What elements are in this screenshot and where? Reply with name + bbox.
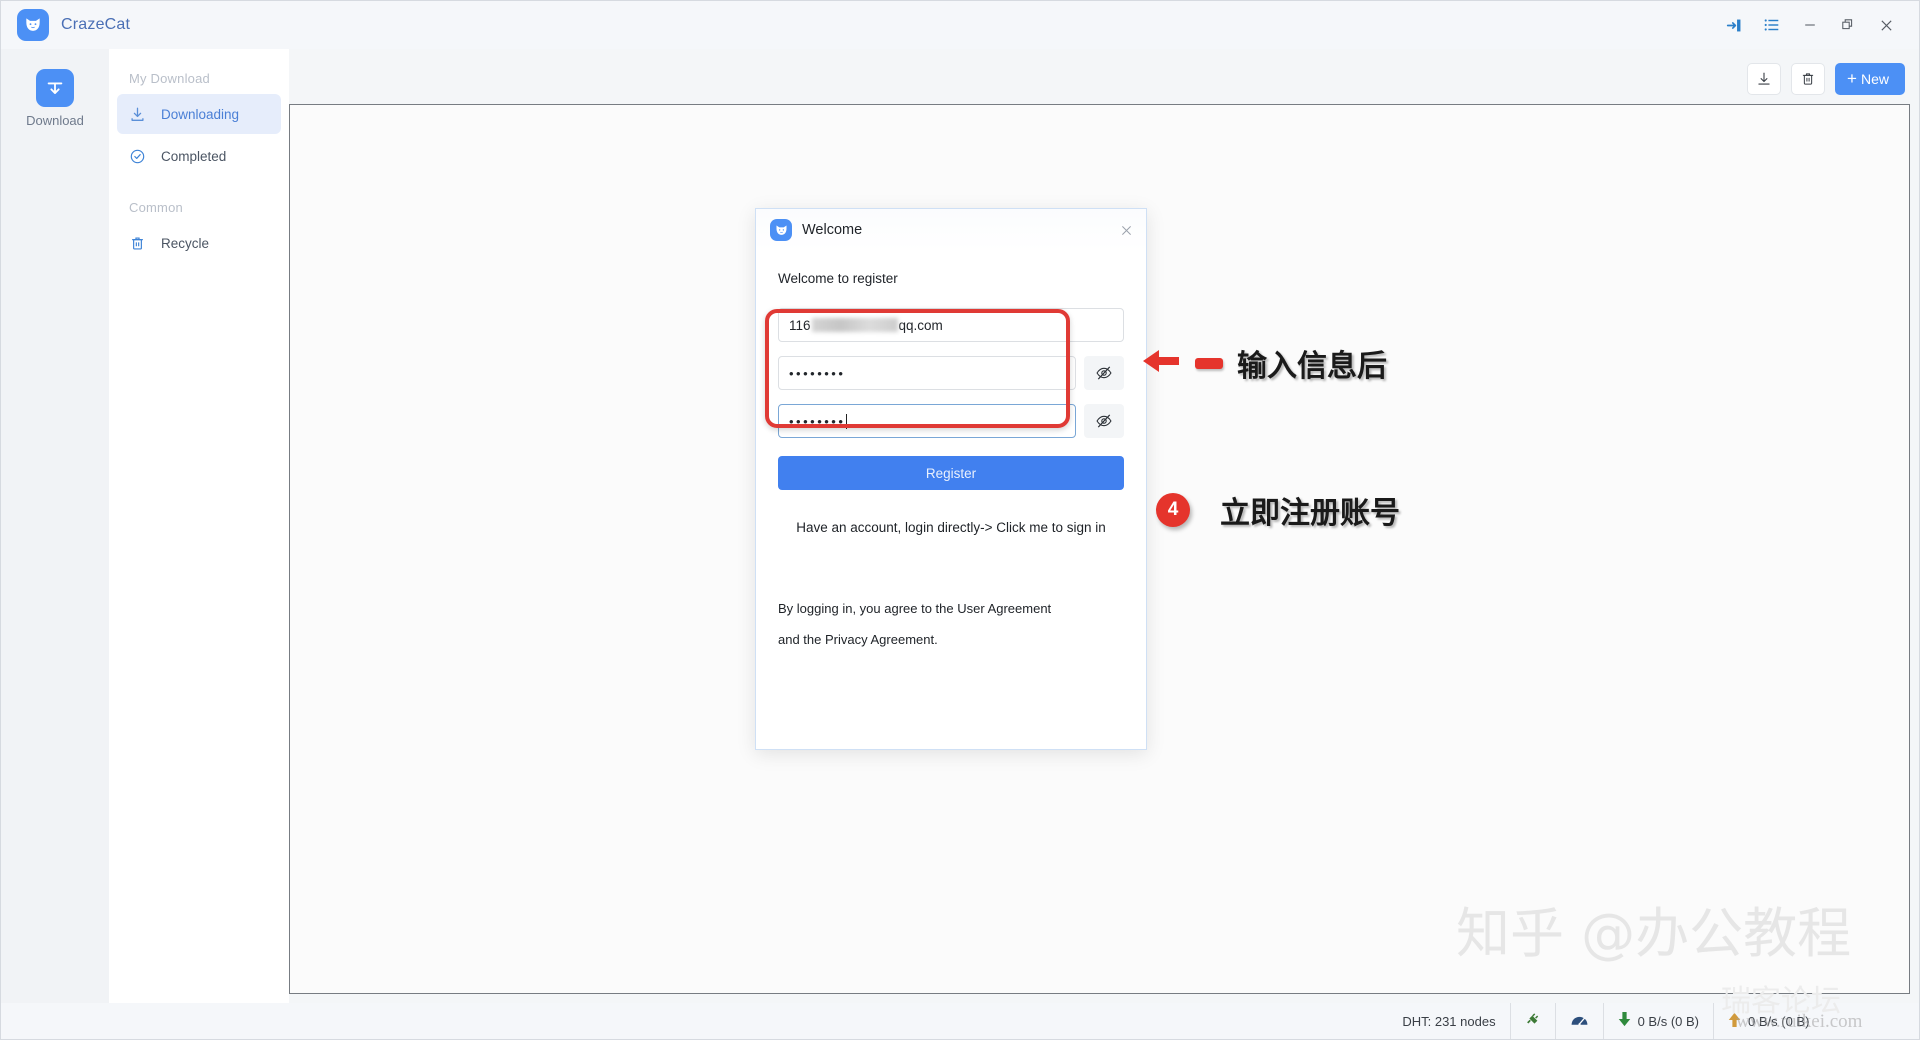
status-upload-speed: 0 B/s (0 B) — [1713, 1003, 1919, 1039]
sidebar: My Download Downloading Completed Common — [109, 49, 289, 1003]
content-toolbar: + New — [1747, 59, 1905, 99]
dialog-header: Welcome — [756, 209, 1146, 251]
sidebar-item-completed[interactable]: Completed — [117, 136, 281, 176]
arrow-up-icon — [1728, 1012, 1741, 1030]
agreement-line-2: and the Privacy Agreement. — [778, 632, 938, 647]
sign-in-link[interactable]: Have an account, login directly-> Click … — [778, 520, 1124, 535]
annotation-register-now: 4 立即注册账号 — [1156, 488, 1400, 532]
sidebar-group-my-download: My Download — [129, 71, 210, 86]
sidebar-item-downloading[interactable]: Downloading — [117, 94, 281, 134]
dialog-close-icon[interactable] — [1106, 212, 1146, 248]
sidebar-item-label: Recycle — [161, 235, 210, 251]
status-speed-gauge[interactable] — [1554, 1003, 1603, 1039]
status-download-speed: 0 B/s (0 B) — [1602, 1003, 1713, 1039]
dialog-body: Welcome to register 116 qq.com •••••••• — [756, 271, 1146, 655]
agreement-text: By logging in, you agree to the User Agr… — [778, 593, 1124, 655]
download-tray-icon[interactable] — [1747, 63, 1782, 95]
window-controls — [1715, 8, 1919, 42]
speed-gauge-icon — [1570, 1012, 1589, 1031]
sidebar-item-label: Downloading — [161, 106, 240, 122]
left-rail: Download — [1, 49, 109, 1003]
dialog-subtitle: Welcome to register — [778, 271, 898, 286]
email-field-row: 116 qq.com — [778, 308, 1124, 342]
list-menu-icon[interactable] — [1753, 8, 1791, 42]
text-caret — [846, 413, 848, 429]
arrow-down-icon — [1618, 1012, 1631, 1030]
rail-item-download[interactable]: Download — [1, 69, 109, 128]
title-bar: CrazeCat — [1, 1, 1919, 49]
agreement-line-1: By logging in, you agree to the User Agr… — [778, 601, 1052, 616]
upload-speed-label: 0 B/s (0 B) — [1748, 1013, 1810, 1029]
status-plug[interactable] — [1509, 1003, 1555, 1039]
annotation-label: 立即注册账号 — [1220, 496, 1400, 531]
sidebar-item-label: Completed — [161, 148, 227, 164]
confirm-password-value: •••••••• — [789, 413, 846, 429]
cat-logo-icon — [17, 9, 49, 41]
status-bar: DHT: 231 nodes 0 B/s (0 B) 0 B/s (0 B) — [1, 1003, 1919, 1039]
sidebar-group-common: Common — [129, 200, 183, 215]
email-value-suffix: qq.com — [898, 317, 943, 333]
restore-icon[interactable] — [1829, 8, 1867, 42]
status-dht: DHT: 231 nodes — [1388, 1003, 1509, 1039]
trash-icon — [129, 235, 151, 252]
dialog-title: Welcome — [802, 222, 863, 238]
annotation-label: 输入信息后 — [1237, 349, 1387, 384]
check-circle-icon — [129, 148, 151, 165]
rail-item-label: Download — [26, 113, 84, 128]
eye-off-icon[interactable] — [1084, 404, 1124, 438]
new-button[interactable]: + New — [1835, 63, 1905, 95]
plus-icon: + — [1847, 69, 1857, 88]
new-button-label: New — [1860, 71, 1889, 87]
download-arrow-icon — [129, 106, 151, 123]
register-button[interactable]: Register — [778, 456, 1124, 490]
redaction-blur — [811, 318, 898, 332]
eye-off-icon[interactable] — [1084, 356, 1124, 390]
annotation-input-info: 输入信息后 — [1141, 341, 1387, 385]
password-input[interactable]: •••••••• — [778, 356, 1076, 390]
application-window: CrazeCat Download My Download Downloadin… — [0, 0, 1920, 1040]
welcome-dialog: Welcome Welcome to register 116 qq.com •… — [755, 208, 1147, 750]
confirm-password-field-row: •••••••• — [778, 404, 1124, 438]
delete-button[interactable] — [1791, 63, 1826, 95]
dash-marker — [1195, 357, 1223, 369]
password-field-row: •••••••• — [778, 356, 1124, 390]
step-number-badge: 4 — [1156, 493, 1190, 527]
confirm-password-input[interactable]: •••••••• — [778, 404, 1076, 438]
download-speed-label: 0 B/s (0 B) — [1637, 1013, 1699, 1029]
app-brand: CrazeCat — [1, 9, 130, 41]
sign-in-icon[interactable] — [1715, 8, 1753, 42]
email-input[interactable]: 116 qq.com — [778, 308, 1124, 342]
download-box-icon — [36, 69, 74, 107]
password-value: •••••••• — [789, 365, 846, 381]
app-title: CrazeCat — [61, 16, 131, 33]
close-icon[interactable] — [1867, 8, 1905, 42]
sidebar-item-recycle[interactable]: Recycle — [117, 223, 281, 263]
minimize-icon[interactable] — [1791, 8, 1829, 42]
left-arrow-red-icon — [1141, 346, 1181, 381]
plug-icon — [1525, 1012, 1541, 1031]
email-value-prefix: 116 — [789, 317, 811, 333]
cat-logo-icon — [770, 219, 792, 241]
dht-label: DHT: 231 nodes — [1402, 1013, 1496, 1029]
